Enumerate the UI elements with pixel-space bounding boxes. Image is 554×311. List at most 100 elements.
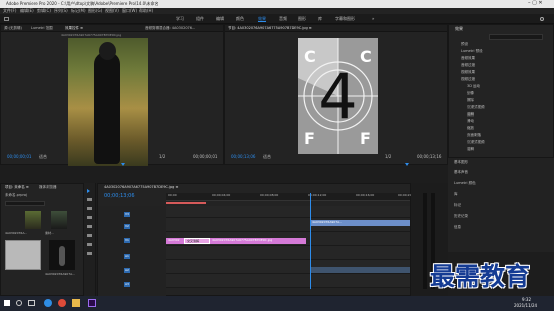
track-label-a3[interactable]: A3 bbox=[124, 282, 130, 287]
program-playhead-icon[interactable] bbox=[405, 163, 409, 166]
search-icon[interactable] bbox=[540, 17, 544, 21]
effects-tree-item[interactable]: Lumetri 预设 bbox=[461, 49, 483, 54]
menu-file[interactable]: 文件(F) bbox=[3, 9, 16, 13]
windows-start-icon[interactable] bbox=[4, 300, 10, 306]
menu-view[interactable]: 视图(V) bbox=[105, 9, 119, 13]
side-panel-history[interactable]: 历史记录 bbox=[454, 214, 468, 219]
effects-tree-item[interactable]: 溶解 bbox=[467, 147, 474, 152]
effects-search-input[interactable] bbox=[489, 34, 543, 40]
tab-media-browser[interactable]: 媒体浏览器 bbox=[39, 185, 57, 190]
menu-marker[interactable]: 标记(M) bbox=[71, 9, 86, 13]
tab-lumetri-scopes[interactable]: Lumetri 范围 bbox=[31, 26, 53, 31]
project-item-thumb[interactable] bbox=[5, 240, 41, 270]
project-item-thumb[interactable] bbox=[49, 240, 75, 270]
menu-clip[interactable]: 剪辑(C) bbox=[37, 9, 51, 13]
tab-timeline[interactable]: 4A0302076A907A6775A907B7DE9C.jpg ≡ bbox=[104, 185, 178, 190]
clip-v1-a[interactable]: 4A0302 bbox=[166, 238, 184, 244]
file-explorer-icon[interactable] bbox=[72, 299, 80, 307]
workspace-tab-effects[interactable]: 效果 bbox=[258, 17, 266, 22]
chrome-icon[interactable] bbox=[58, 299, 66, 307]
source-fit-select[interactable]: 适合 bbox=[39, 155, 47, 159]
program-timecode[interactable]: 00;00;13;06 bbox=[231, 155, 255, 159]
program-ratio-select[interactable]: 1/2 bbox=[385, 155, 391, 159]
ripple-edit-tool-icon[interactable] bbox=[87, 207, 92, 210]
tab-audio-mixer[interactable]: 音频剪辑混合器: 4A0302076... bbox=[145, 26, 195, 31]
side-panel-libraries[interactable]: 库 bbox=[454, 192, 458, 197]
timeline-playhead[interactable] bbox=[310, 193, 311, 289]
effects-tree-item[interactable]: 3D 运动 bbox=[467, 84, 480, 89]
window-controls[interactable]: – ▢ ✕ bbox=[528, 1, 543, 6]
effects-tree-item[interactable]: 音频效果 bbox=[461, 56, 475, 61]
effects-tree-item[interactable]: 缩放 bbox=[467, 126, 474, 131]
track-label-v1[interactable]: V1 bbox=[124, 238, 130, 243]
work-area-bar[interactable] bbox=[166, 202, 206, 204]
effects-tree-item[interactable]: 沉浸式视频 bbox=[467, 105, 485, 110]
tab-source[interactable]: 源:(无剪辑) bbox=[4, 26, 22, 31]
source-playhead-icon[interactable] bbox=[121, 163, 125, 166]
menu-help[interactable]: 帮助(H) bbox=[139, 9, 153, 13]
menu-sequence[interactable]: 序列(S) bbox=[54, 9, 68, 13]
clip-a2[interactable] bbox=[310, 267, 410, 273]
source-timecode[interactable]: 00;00;00;01 bbox=[7, 155, 31, 159]
track-label-a2[interactable]: A2 bbox=[124, 268, 130, 273]
transition-cross-dissolve[interactable]: 交叉溶解 bbox=[184, 238, 210, 244]
side-panel-info[interactable]: 信息 bbox=[454, 225, 461, 230]
workspace-tab-learn[interactable]: 学习 bbox=[176, 17, 184, 21]
side-panel-essential-graphics[interactable]: 基本图形 bbox=[454, 160, 468, 165]
workspace-tab-captions[interactable]: 字幕和图形 bbox=[335, 17, 355, 21]
effects-tree-item[interactable]: 擦除 bbox=[467, 98, 474, 103]
track-lane-a1[interactable] bbox=[166, 246, 410, 260]
task-view-icon[interactable] bbox=[28, 300, 35, 306]
menu-graphics[interactable]: 图形(G) bbox=[88, 9, 102, 13]
edge-icon[interactable] bbox=[44, 299, 52, 307]
hand-tool-icon[interactable] bbox=[87, 243, 92, 246]
effects-tree-item[interactable]: 视频效果 bbox=[461, 70, 475, 75]
side-panel-lumetri-color[interactable]: Lumetri 颜色 bbox=[454, 181, 476, 186]
side-panel-essential-sound[interactable]: 基本声音 bbox=[454, 170, 468, 175]
tab-program[interactable]: 节目: 4A0302076A907A6775A907B7DE9C.jpg ≡ bbox=[228, 26, 312, 31]
track-label-v2[interactable]: V2 bbox=[124, 224, 130, 229]
timeline-ruler[interactable]: 00;00 00;00;04;00 00;00;08;00 00;00;12;0… bbox=[166, 193, 416, 201]
track-label-v3[interactable]: V3 bbox=[124, 212, 130, 217]
workspace-tab-assembly[interactable]: 组件 bbox=[196, 17, 204, 21]
menu-edit[interactable]: 编辑(E) bbox=[20, 9, 34, 13]
type-tool-icon[interactable] bbox=[87, 252, 92, 255]
effects-tree-item[interactable]: 溶解 bbox=[467, 112, 474, 117]
workspace-tab-audio[interactable]: 音频 bbox=[279, 17, 287, 21]
menu-window[interactable]: 窗口(W) bbox=[122, 9, 137, 13]
clip-v1-b[interactable]: 4A0302076A907A6775A907B7DE9C.jpg bbox=[210, 238, 306, 244]
workspace-tab-graphics[interactable]: 图形 bbox=[298, 17, 306, 21]
workspace-tab-color[interactable]: 颜色 bbox=[236, 17, 244, 21]
track-lane-a3[interactable] bbox=[166, 274, 410, 288]
tab-project[interactable]: 项目: 未命名 ≡ bbox=[5, 185, 29, 190]
source-ratio-select[interactable]: 1/2 bbox=[159, 155, 165, 159]
effects-tree-item[interactable]: 音频过渡 bbox=[461, 63, 475, 68]
track-select-tool-icon[interactable] bbox=[87, 198, 92, 201]
effects-tree-item[interactable]: 沉浸式视频 bbox=[467, 140, 485, 145]
home-icon[interactable] bbox=[4, 17, 9, 21]
project-search-input[interactable] bbox=[5, 201, 45, 206]
effects-tree-item[interactable]: 页面剥落 bbox=[467, 133, 481, 138]
effects-tree-item[interactable]: 滑动 bbox=[467, 119, 474, 124]
track-lane-v3[interactable] bbox=[166, 206, 410, 218]
workspace-more[interactable]: » bbox=[372, 17, 374, 21]
effects-tree-item[interactable]: 划像 bbox=[467, 91, 474, 96]
effects-tree-item[interactable]: 预设 bbox=[461, 42, 468, 47]
side-panel-markers[interactable]: 标记 bbox=[454, 203, 461, 208]
search-taskbar-icon[interactable] bbox=[16, 300, 22, 306]
tab-effect-controls[interactable]: 效果控件 ≡ bbox=[65, 26, 83, 31]
razor-tool-icon[interactable] bbox=[87, 216, 92, 219]
program-fit-select[interactable]: 适合 bbox=[263, 155, 271, 159]
premiere-taskbar-icon[interactable] bbox=[88, 299, 96, 307]
timeline-timecode[interactable]: 00;00;13;06 bbox=[104, 194, 135, 199]
clip-v2[interactable]: 4A0302076A907A... bbox=[310, 220, 410, 226]
project-item-thumb[interactable] bbox=[25, 211, 41, 229]
project-item-thumb[interactable] bbox=[51, 211, 67, 229]
selection-tool-icon[interactable] bbox=[87, 189, 90, 193]
effects-tree-item[interactable]: 视频过渡 bbox=[461, 77, 475, 82]
track-label-a1[interactable]: A1 bbox=[124, 254, 130, 259]
workspace-tab-libraries[interactable]: 库 bbox=[318, 17, 322, 21]
slip-tool-icon[interactable] bbox=[87, 225, 92, 228]
pen-tool-icon[interactable] bbox=[87, 234, 92, 237]
workspace-tab-editing[interactable]: 编辑 bbox=[216, 17, 224, 21]
